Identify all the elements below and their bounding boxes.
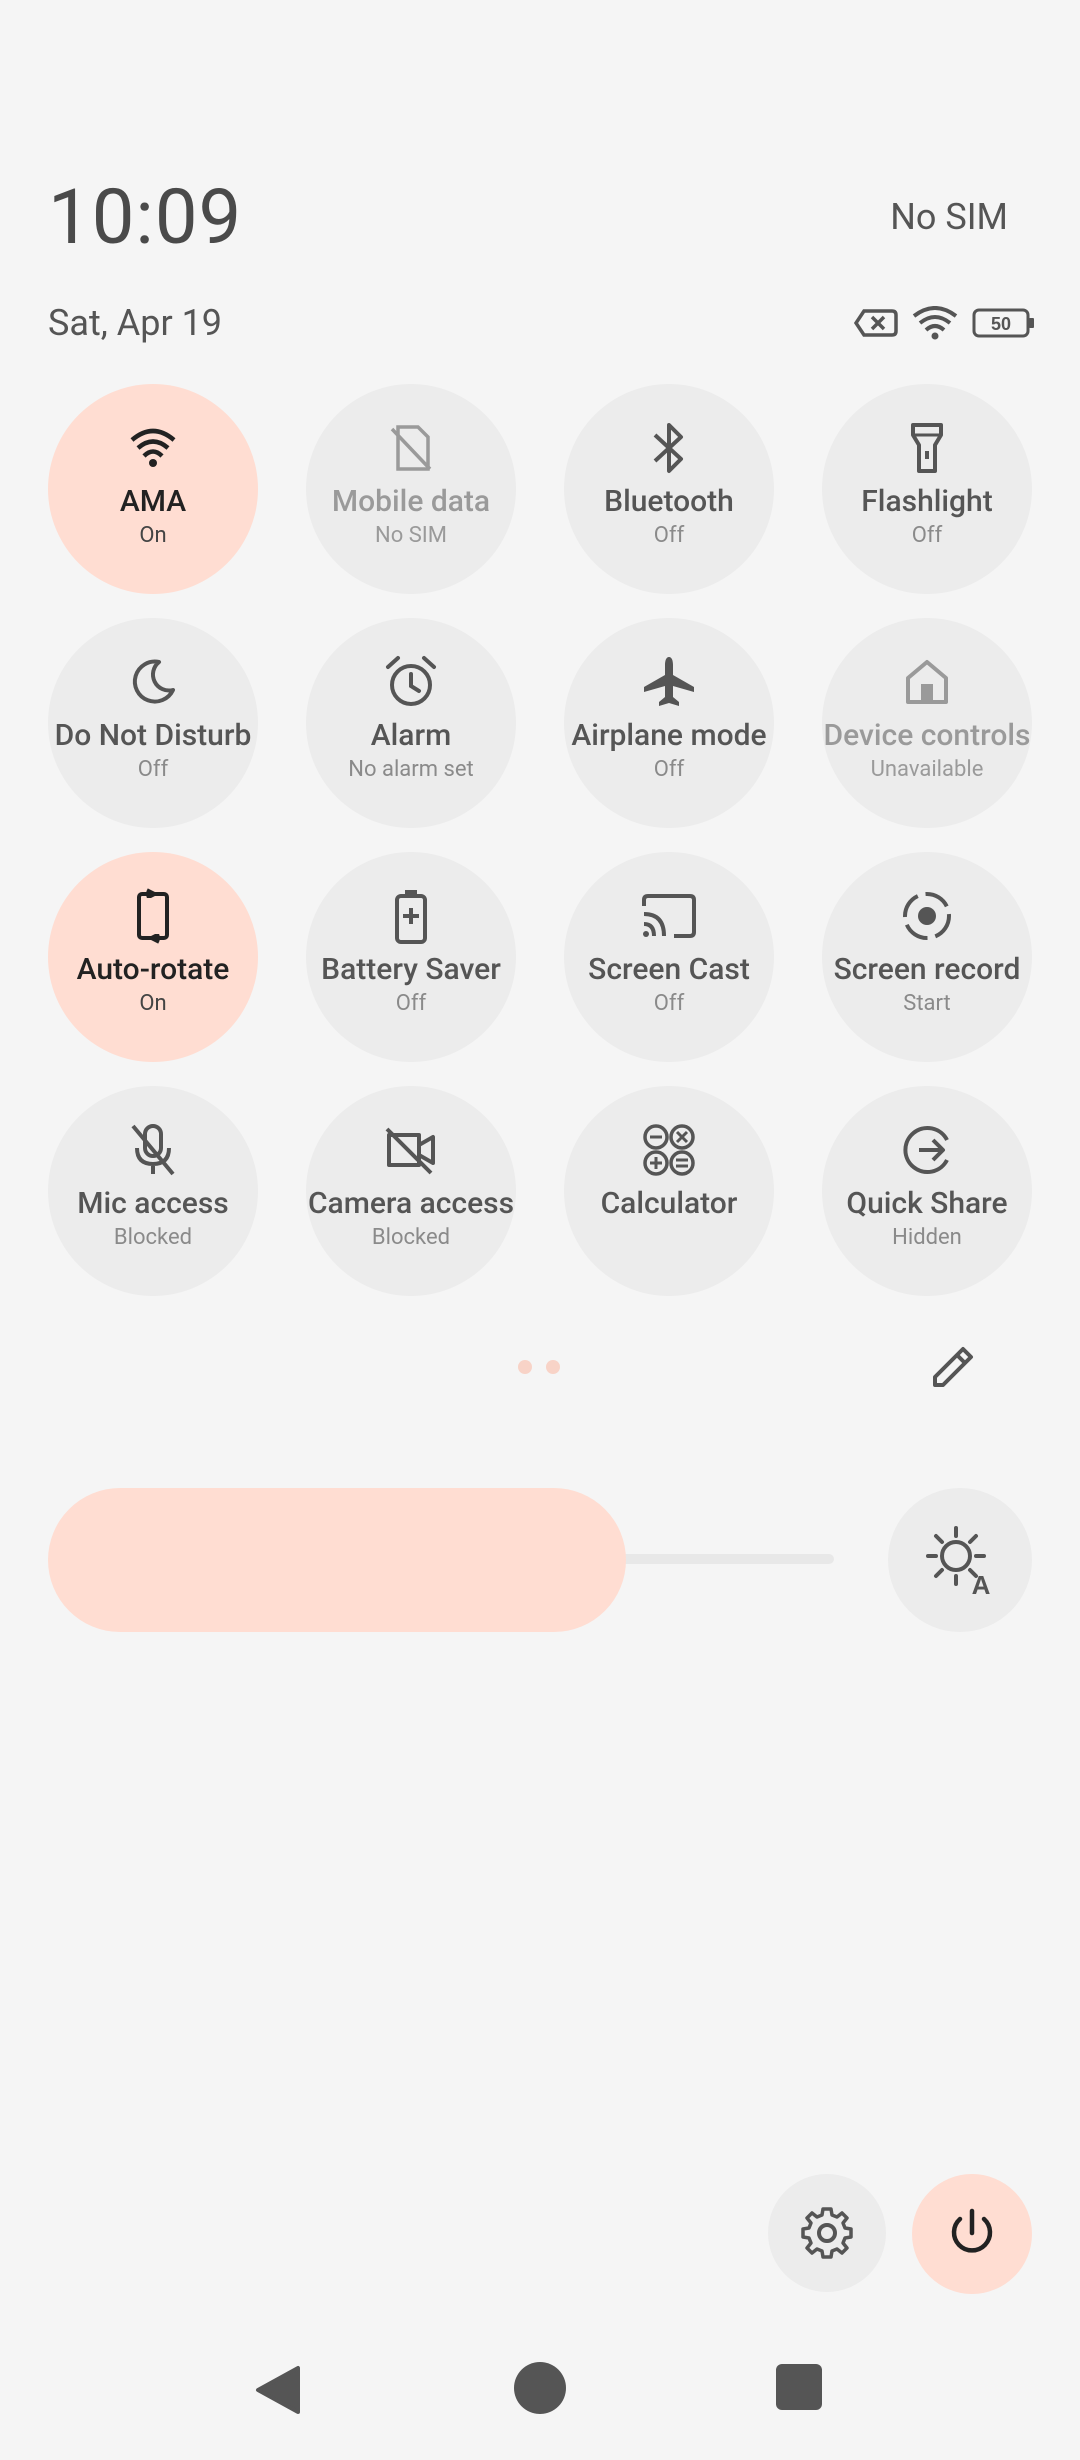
- tile-wifi[interactable]: AMA On: [48, 384, 258, 594]
- calculator-icon: [642, 1122, 696, 1178]
- tile-mic-access[interactable]: Mic access Blocked: [48, 1086, 258, 1296]
- tile-state: Blocked: [113, 1225, 193, 1250]
- tile-auto-rotate[interactable]: Auto-rotate On: [48, 852, 258, 1062]
- page-indicator: [518, 1360, 560, 1374]
- page-dot-1: [518, 1360, 532, 1374]
- home-button[interactable]: [514, 2362, 566, 2414]
- tile-label: AMA: [119, 484, 187, 519]
- battery-saver-icon: [394, 888, 428, 944]
- svg-text:A: A: [972, 1570, 991, 1596]
- no-sim-icon: [854, 309, 898, 337]
- brightness-track: [608, 1554, 834, 1564]
- back-button[interactable]: [252, 2364, 302, 2416]
- tile-state: Unavailable: [870, 757, 984, 782]
- tile-state: Blocked: [371, 1225, 451, 1250]
- home-icon: [902, 654, 952, 710]
- airplane-icon: [642, 654, 696, 710]
- flashlight-icon: [909, 420, 945, 476]
- tile-label: Do Not Disturb: [54, 718, 252, 753]
- tile-state: Off: [911, 523, 943, 548]
- mic-off-icon: [129, 1122, 177, 1178]
- gear-icon: [801, 2207, 853, 2259]
- moon-icon: [129, 654, 177, 710]
- tile-state: Hidden: [892, 1225, 962, 1250]
- tile-quick-share[interactable]: Quick Share Hidden: [822, 1086, 1032, 1296]
- carrier-status: No SIM: [890, 196, 1008, 238]
- cast-icon: [640, 888, 698, 944]
- tile-device-controls[interactable]: Device controls Unavailable: [822, 618, 1032, 828]
- tile-calculator[interactable]: Calculator: [564, 1086, 774, 1296]
- pencil-icon: [933, 1347, 973, 1387]
- tile-label: Airplane mode: [571, 718, 767, 753]
- screen-record-icon: [899, 888, 955, 944]
- camera-off-icon: [383, 1122, 439, 1178]
- tile-alarm[interactable]: Alarm No alarm set: [306, 618, 516, 828]
- tile-do-not-disturb[interactable]: Do Not Disturb Off: [48, 618, 258, 828]
- svg-text:50: 50: [991, 314, 1011, 334]
- tile-flashlight[interactable]: Flashlight Off: [822, 384, 1032, 594]
- tile-label: Bluetooth: [604, 484, 734, 519]
- clock[interactable]: 10:09: [48, 172, 242, 262]
- tile-state: On: [139, 991, 167, 1016]
- tile-state: Off: [653, 991, 685, 1016]
- tile-camera-access[interactable]: Camera access Blocked: [306, 1086, 516, 1296]
- tile-label: Battery Saver: [321, 952, 501, 987]
- tile-screen-record[interactable]: Screen record Start: [822, 852, 1032, 1062]
- tile-label: Calculator: [600, 1186, 738, 1221]
- tile-label: Mobile data: [331, 484, 491, 519]
- auto-brightness-button[interactable]: A: [888, 1488, 1032, 1632]
- tile-screen-cast[interactable]: Screen Cast Off: [564, 852, 774, 1062]
- tile-label: Device controls: [823, 718, 1031, 753]
- tile-label: Mic access: [77, 1186, 229, 1221]
- alarm-icon: [384, 654, 438, 710]
- power-icon: [951, 2208, 993, 2253]
- tile-state: Start: [903, 991, 951, 1016]
- navigation-bar: [0, 2340, 1080, 2440]
- quick-share-icon: [899, 1122, 955, 1178]
- recents-button[interactable]: [776, 2364, 822, 2410]
- tile-airplane-mode[interactable]: Airplane mode Off: [564, 618, 774, 828]
- battery-icon: 50: [972, 308, 1034, 338]
- tile-state: Off: [137, 757, 169, 782]
- tile-state: Off: [653, 523, 685, 548]
- status-icons: 50: [854, 306, 1036, 340]
- mobile-data-off-icon: [388, 420, 434, 476]
- auto-brightness-icon: A: [926, 1526, 991, 1596]
- tile-state: Off: [653, 757, 685, 782]
- tile-label: Camera access: [307, 1186, 515, 1221]
- tile-label: Screen Cast: [588, 952, 750, 987]
- tile-state: No alarm set: [348, 757, 474, 782]
- tile-bluetooth[interactable]: Bluetooth Off: [564, 384, 774, 594]
- brightness-fill[interactable]: [48, 1488, 626, 1632]
- date[interactable]: Sat, Apr 19: [48, 302, 222, 344]
- tile-label: Auto-rotate: [76, 952, 230, 987]
- brightness-slider[interactable]: [48, 1488, 834, 1632]
- tile-label: Alarm: [370, 718, 452, 753]
- tile-label: Screen record: [833, 952, 1021, 987]
- tile-label: Quick Share: [846, 1186, 1008, 1221]
- wifi-icon: [130, 420, 176, 476]
- settings-button[interactable]: [768, 2174, 886, 2292]
- tile-state: On: [139, 523, 167, 548]
- edit-button[interactable]: [926, 1338, 982, 1394]
- tile-battery-saver[interactable]: Battery Saver Off: [306, 852, 516, 1062]
- tile-mobile-data[interactable]: Mobile data No SIM: [306, 384, 516, 594]
- rotate-icon: [133, 888, 173, 944]
- bluetooth-icon: [649, 420, 689, 476]
- wifi-status-icon: [912, 306, 958, 340]
- page-dot-2: [546, 1360, 560, 1374]
- tile-state: No SIM: [375, 523, 447, 548]
- tile-label: Flashlight: [861, 484, 993, 519]
- tile-state: Off: [395, 991, 427, 1016]
- power-button[interactable]: [912, 2174, 1032, 2294]
